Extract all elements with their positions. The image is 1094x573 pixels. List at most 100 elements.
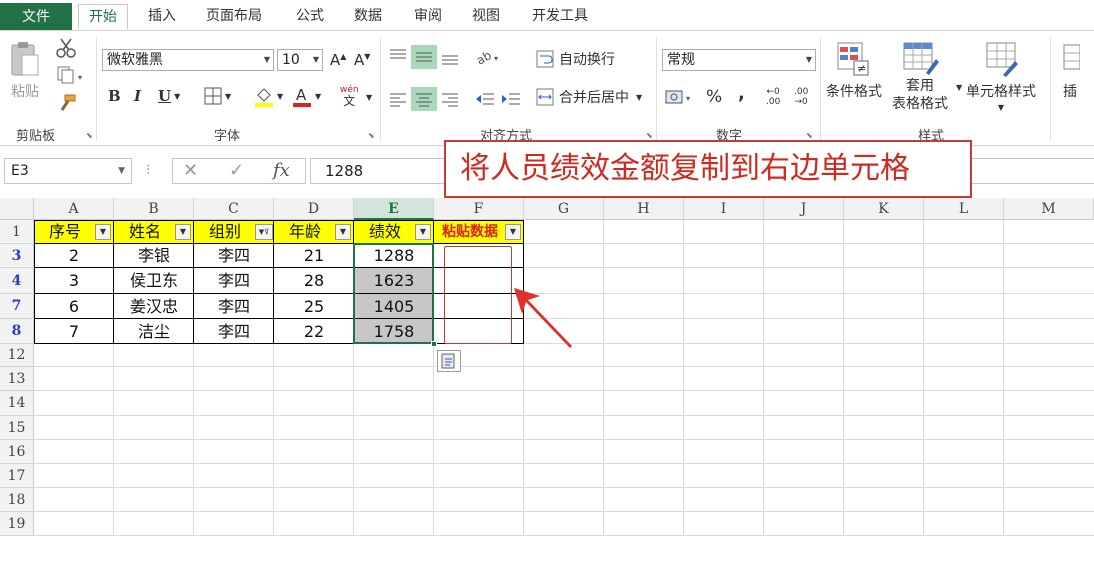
table-cell[interactable]: 侯卫东 [114,268,194,294]
number-format-select[interactable]: 常规 ▼ [662,49,816,71]
row-header-14[interactable]: 14 [0,391,34,416]
row-header-7[interactable]: 7 [0,294,34,319]
decrease-font-button[interactable]: A▼ [354,51,370,69]
name-box[interactable]: E3 ▼ [4,158,132,184]
decrease-decimal-button[interactable]: .00 →0 [794,87,808,107]
row-header-1[interactable]: 1 [0,220,34,244]
column-header-l[interactable]: L [924,198,1004,220]
tab-formulas[interactable]: 公式 [296,4,324,30]
decrease-indent-button[interactable] [474,89,496,109]
fill-color-button[interactable]: ▼ [254,85,283,107]
chevron-down-icon[interactable]: ▼ [366,93,372,102]
column-header-c[interactable]: C [194,198,274,220]
table-cell[interactable]: 28 [274,268,354,294]
currency-button[interactable]: ▾ [664,87,694,107]
tab-page-layout[interactable]: 页面布局 [206,4,262,30]
paste-button[interactable]: 粘贴 [8,39,42,101]
table-cell[interactable]: 3 [34,268,114,294]
filter-dropdown-icon[interactable]: ▼ [505,224,521,240]
filter-dropdown-icon[interactable]: ▼ [175,224,191,240]
tab-data[interactable]: 数据 [354,4,382,30]
wrap-text-button[interactable]: 自动换行 [536,49,615,69]
column-header-i[interactable]: I [684,198,764,220]
table-cell[interactable]: 22 [274,319,354,344]
row-header-4[interactable]: 4 [0,268,34,294]
align-top-button[interactable] [388,47,408,67]
enter-icon[interactable]: ✓ [229,160,244,181]
column-header-a[interactable]: A [34,198,114,220]
column-header-f[interactable]: F [434,198,524,220]
column-header-k[interactable]: K [844,198,924,220]
number-launcher-icon[interactable]: ⬊ [806,131,813,140]
tab-view[interactable]: 视图 [472,4,500,30]
column-header-m[interactable]: M [1004,198,1094,220]
row-header-3[interactable]: 3 [0,244,34,268]
comma-button[interactable]: , [738,83,745,104]
row-header-12[interactable]: 12 [0,344,34,367]
copy-button[interactable]: ▾ [56,65,86,85]
column-header-b[interactable]: B [114,198,194,220]
align-middle-button[interactable] [411,45,437,69]
bold-button[interactable]: B [108,87,121,105]
row-header-15[interactable]: 15 [0,416,34,440]
column-header-j[interactable]: J [764,198,844,220]
column-header-g[interactable]: G [524,198,604,220]
worksheet-grid[interactable]: A B C D E F G H I J K L M 1 3 4 7 8 12 13 14 15 16 17 18 19 序号 ▼ 姓名 ▼… [0,198,1094,573]
tab-home[interactable]: 开始 [78,4,128,30]
conditional-formatting-button[interactable]: ≠ 条件格式 [826,39,882,101]
increase-indent-button[interactable] [500,89,522,109]
row-header-8[interactable]: 8 [0,319,34,344]
cancel-icon[interactable]: ✕ [183,160,198,181]
font-launcher-icon[interactable]: ⬊ [368,131,375,140]
italic-button[interactable]: I [134,87,141,105]
filter-dropdown-icon[interactable]: ▼ [415,224,431,240]
percent-button[interactable]: % [706,87,722,107]
table-cell[interactable]: 姜汉忠 [114,294,194,319]
filter-dropdown-icon[interactable]: ▼⊽ [255,224,273,240]
paste-options-icon[interactable] [437,350,461,372]
phonetic-button[interactable]: wén 文 [340,85,359,107]
table-cell[interactable]: 李四 [194,319,274,344]
underline-button[interactable]: U ▼ [158,87,180,105]
row-header-13[interactable]: 13 [0,367,34,391]
orientation-button[interactable]: ab ▾ [476,47,502,67]
align-center-button[interactable] [411,87,437,111]
increase-decimal-button[interactable]: ←0 .00 [766,87,780,107]
alignment-launcher-icon[interactable]: ⬊ [646,131,653,140]
filter-dropdown-icon[interactable]: ▼ [95,224,111,240]
format-as-table-button[interactable]: 套用 表格格式 [892,39,948,113]
chevron-down-icon[interactable]: ▼ [956,83,962,92]
tab-developer[interactable]: 开发工具 [532,4,588,30]
row-header-19[interactable]: 19 [0,512,34,536]
select-all-corner[interactable] [0,198,34,220]
table-cell[interactable]: 6 [34,294,114,319]
column-header-h[interactable]: H [604,198,684,220]
clipboard-launcher-icon[interactable]: ⬊ [86,131,93,140]
table-cell[interactable]: 李四 [194,268,274,294]
column-header-e[interactable]: E [354,198,434,220]
row-header-17[interactable]: 17 [0,464,34,488]
table-cell[interactable]: 2 [34,244,114,268]
align-bottom-button[interactable] [440,47,460,67]
align-right-button[interactable] [440,89,460,109]
row-header-16[interactable]: 16 [0,440,34,464]
column-header-d[interactable]: D [274,198,354,220]
row-header-18[interactable]: 18 [0,488,34,512]
font-size-select[interactable]: 10 ▼ [277,49,323,71]
font-name-select[interactable]: 微软雅黑 ▼ [102,49,274,71]
format-painter-button[interactable] [56,93,78,113]
tab-file[interactable]: 文件 [0,3,72,31]
table-cell[interactable]: 李四 [194,244,274,268]
font-color-button[interactable]: A ▼ [292,85,321,107]
filter-dropdown-icon[interactable]: ▼ [335,224,351,240]
cut-button[interactable] [56,37,76,59]
merge-center-button[interactable]: 合并后居中 ▼ [536,87,642,107]
table-cell[interactable]: 7 [34,319,114,344]
insert-function-icon[interactable]: fx [273,160,290,181]
table-cell[interactable]: 李四 [194,294,274,319]
table-cell[interactable]: 21 [274,244,354,268]
table-cell[interactable]: 洁尘 [114,319,194,344]
tab-insert[interactable]: 插入 [148,4,176,30]
fill-handle[interactable] [431,341,437,347]
align-left-button[interactable] [388,89,408,109]
